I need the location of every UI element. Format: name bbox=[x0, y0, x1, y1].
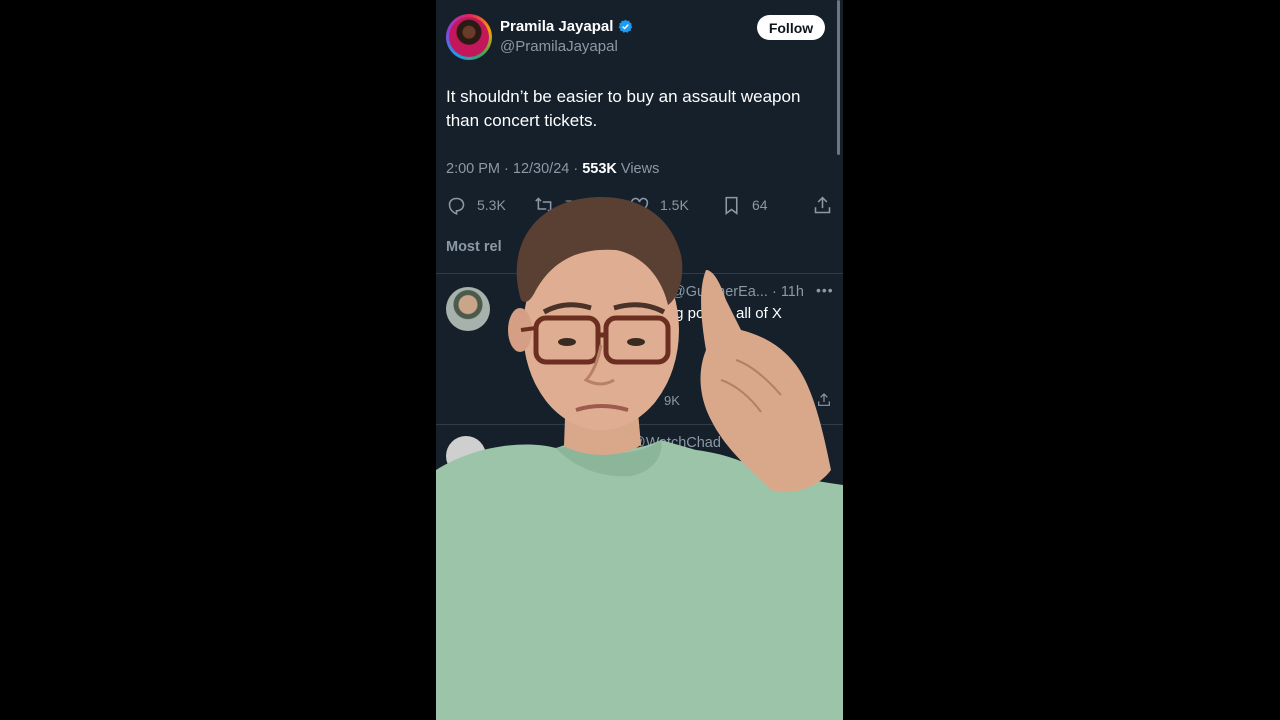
phone-screen: Pramila Jayapal @PramilaJayapal Follow I… bbox=[436, 0, 843, 720]
creator-video-overlay bbox=[436, 197, 843, 720]
